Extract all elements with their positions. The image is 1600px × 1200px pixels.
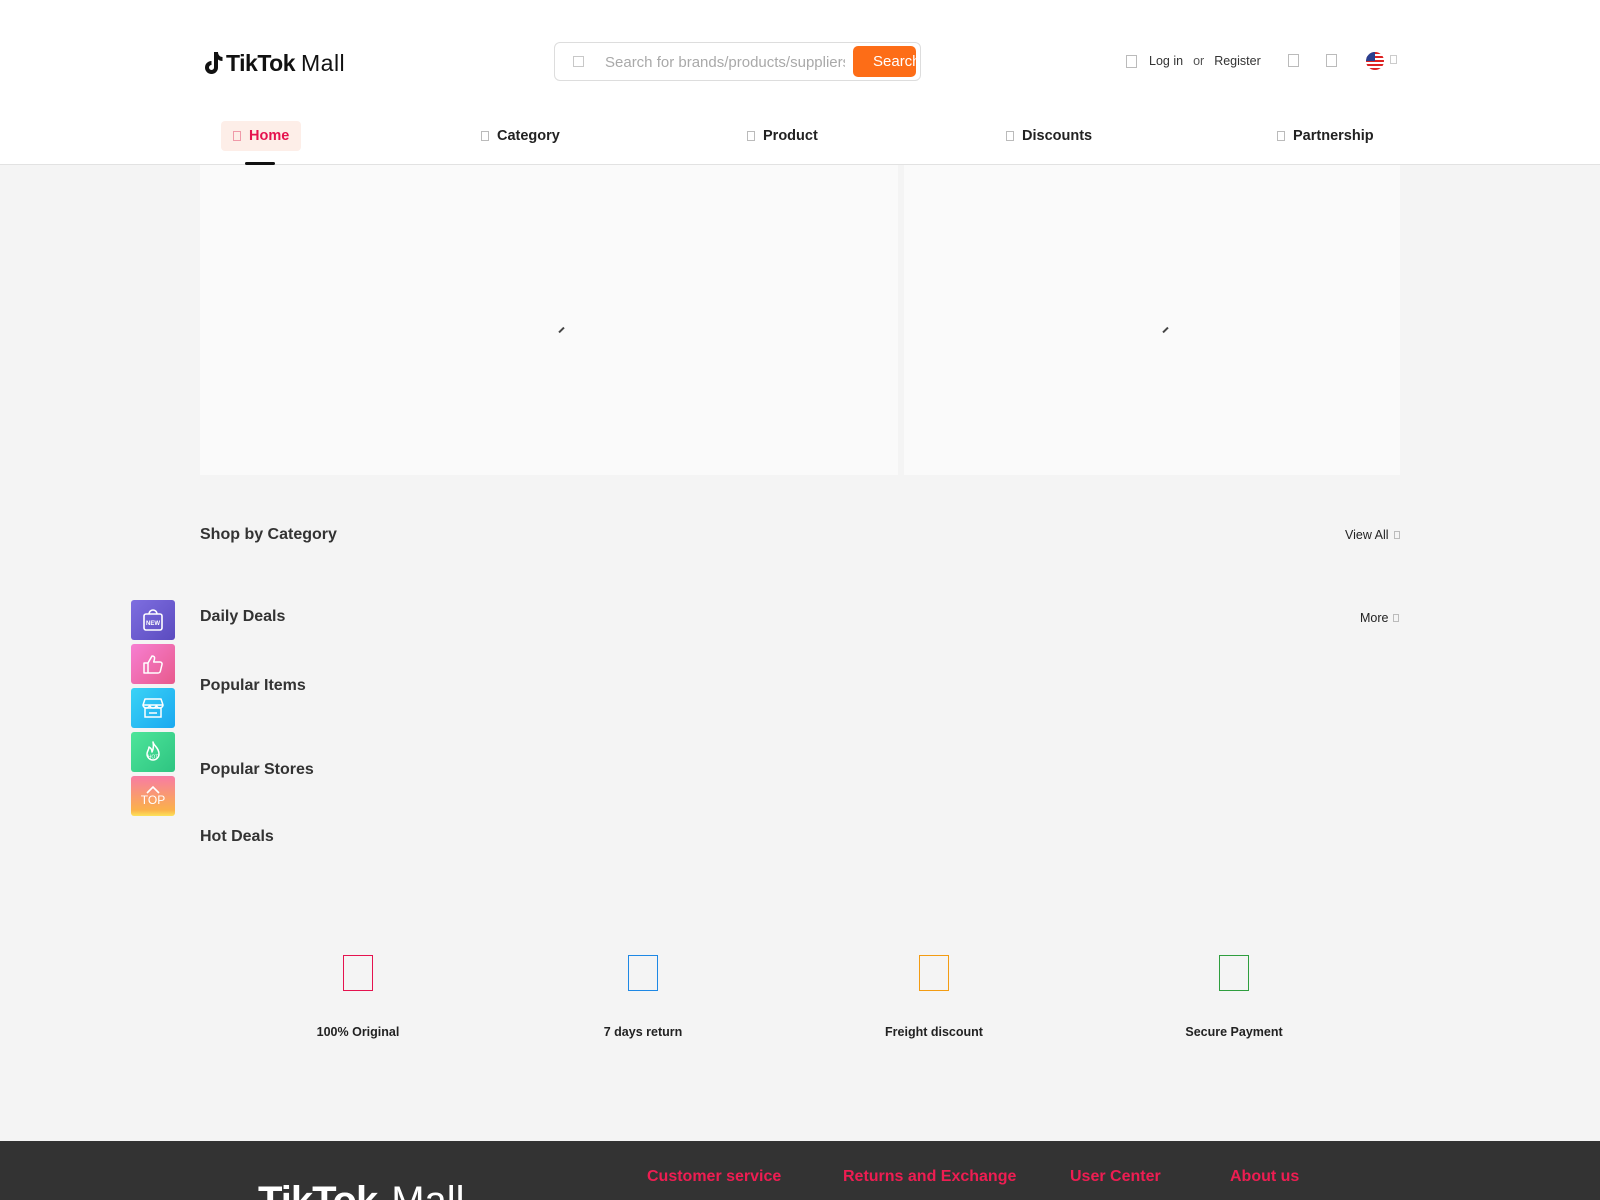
thumbs-up-icon (143, 655, 163, 674)
popular-items-title: Popular Items (200, 677, 306, 694)
nav-category-label: Category (497, 128, 560, 144)
feature-return: 7 days return (543, 955, 743, 1039)
nav-discounts-label: Discounts (1022, 128, 1093, 144)
feature-original-label: 100% Original (316, 1025, 400, 1039)
store-icon (142, 698, 164, 718)
footer-logo-suffix: Mall (391, 1179, 464, 1200)
chevron-right-icon (1393, 531, 1400, 539)
us-flag-icon[interactable] (1366, 52, 1384, 70)
side-banner[interactable] (904, 165, 1400, 475)
recommended-shortcut[interactable] (131, 644, 175, 684)
search-icon (573, 56, 584, 67)
new-bag-icon: NEW (143, 609, 163, 631)
main-banner-carousel[interactable] (200, 165, 898, 475)
message-icon[interactable] (1326, 54, 1337, 67)
register-link[interactable]: Register (1214, 54, 1261, 68)
home-icon (233, 131, 241, 141)
hot-deals-title: Hot Deals (200, 828, 274, 845)
feature-payment-label: Secure Payment (1185, 1025, 1283, 1039)
secure-payment-icon (1219, 955, 1249, 991)
logo-suffix-text: Mall (301, 49, 346, 76)
footer-logo-brand: TikTok (258, 1179, 378, 1200)
user-account-area: Log in or Register (1126, 52, 1261, 70)
tiktok-note-icon (205, 52, 223, 74)
main-nav: Home Category Product Discounts Partners… (0, 115, 1600, 165)
feature-freight: Freight discount (834, 955, 1034, 1039)
more-label: More (1360, 611, 1389, 625)
nav-product[interactable]: Product (735, 121, 830, 151)
nav-home-label: Home (249, 128, 290, 144)
nav-category[interactable]: Category (469, 121, 572, 151)
loading-spinner-icon (1162, 326, 1169, 334)
shop-by-category-title: Shop by Category (200, 526, 337, 543)
category-icon (481, 131, 489, 141)
search-bar: Search (554, 42, 921, 81)
login-link[interactable]: Log in (1149, 54, 1183, 68)
discount-icon (1006, 131, 1014, 141)
original-badge-icon (343, 955, 373, 991)
hot-fire-icon: HOT (146, 741, 160, 761)
back-to-top-label: TOP (140, 793, 166, 807)
user-icon[interactable] (1126, 54, 1137, 68)
popular-stores-title: Popular Stores (200, 761, 314, 778)
return-icon (628, 955, 658, 991)
product-icon (747, 131, 755, 141)
footer-logo[interactable]: TikTok Mall (258, 1179, 465, 1200)
nav-home[interactable]: Home (221, 121, 302, 151)
view-all-link[interactable]: View All (1345, 528, 1400, 542)
new-arrivals-shortcut[interactable]: NEW (131, 600, 175, 640)
search-input[interactable] (605, 49, 845, 75)
floating-shortcut-bar: NEW HOT TOP (131, 600, 175, 820)
cart-icon[interactable] (1288, 54, 1299, 67)
footer-about-us[interactable]: About us (1230, 1168, 1299, 1186)
footer-customer-service[interactable]: Customer service (647, 1168, 781, 1186)
stores-shortcut[interactable] (131, 688, 175, 728)
daily-deals-title: Daily Deals (200, 608, 286, 625)
hot-deals-shortcut[interactable]: HOT (131, 732, 175, 772)
search-button[interactable]: Search (853, 46, 916, 77)
svg-text:HOT: HOT (148, 755, 159, 761)
chevron-right-icon (1393, 614, 1400, 622)
more-link[interactable]: More (1360, 611, 1400, 625)
nav-partnership-label: Partnership (1293, 128, 1374, 144)
site-footer: TikTok Mall Customer service Returns and… (0, 1141, 1600, 1200)
footer-user-center[interactable]: User Center (1070, 1168, 1161, 1186)
partnership-icon (1277, 131, 1285, 141)
logo-brand-text: TikTok (226, 49, 296, 76)
feature-return-label: 7 days return (603, 1025, 683, 1039)
feature-payment: Secure Payment (1134, 955, 1334, 1039)
nav-partnership[interactable]: Partnership (1265, 121, 1386, 151)
view-all-label: View All (1345, 528, 1389, 542)
feature-freight-label: Freight discount (885, 1025, 983, 1039)
nav-discounts[interactable]: Discounts (994, 121, 1104, 151)
site-header: TikTok Mall Search Log in or Register Ho… (0, 0, 1600, 165)
back-to-top-button[interactable]: TOP (131, 776, 175, 816)
language-dropdown-icon[interactable] (1390, 55, 1397, 64)
svg-text:NEW: NEW (146, 621, 160, 627)
or-text: or (1193, 54, 1205, 68)
nav-product-label: Product (763, 128, 818, 144)
freight-icon (919, 955, 949, 991)
feature-original: 100% Original (258, 955, 458, 1039)
footer-returns-exchange[interactable]: Returns and Exchange (843, 1168, 1016, 1186)
loading-spinner-icon (558, 326, 565, 334)
tiktok-mall-logo[interactable]: TikTok Mall (203, 48, 345, 78)
